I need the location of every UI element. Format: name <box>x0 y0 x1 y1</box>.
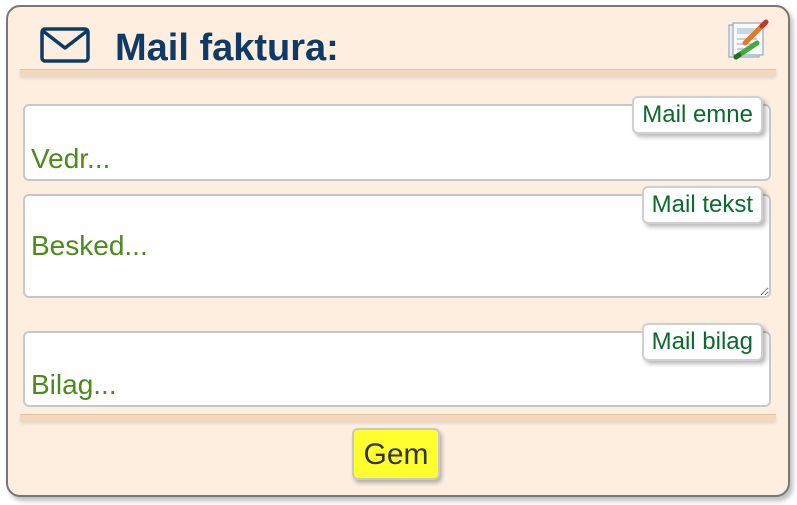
footer-divider <box>20 414 776 421</box>
header-divider <box>20 69 776 76</box>
mail-subject-input[interactable] <box>25 139 769 179</box>
page-title: Mail faktura: <box>115 27 339 69</box>
mail-subject-label: Mail emne <box>632 96 763 134</box>
panel-header: Mail faktura: <box>20 7 776 69</box>
mail-invoice-panel: Mail faktura: Mail emne Mail tekst Mail … <box>6 5 790 497</box>
mail-subject-field: Mail emne <box>23 96 771 181</box>
mail-attachment-label: Mail bilag <box>641 323 763 361</box>
envelope-icon <box>40 27 90 63</box>
mail-text-field: Mail tekst <box>23 186 771 298</box>
save-button[interactable]: Gem <box>352 428 440 480</box>
mail-text-label: Mail tekst <box>641 186 763 224</box>
mail-attachment-field: Mail bilag <box>23 323 771 407</box>
mail-attachment-input[interactable] <box>25 365 769 405</box>
edit-document-icon[interactable] <box>725 19 769 61</box>
